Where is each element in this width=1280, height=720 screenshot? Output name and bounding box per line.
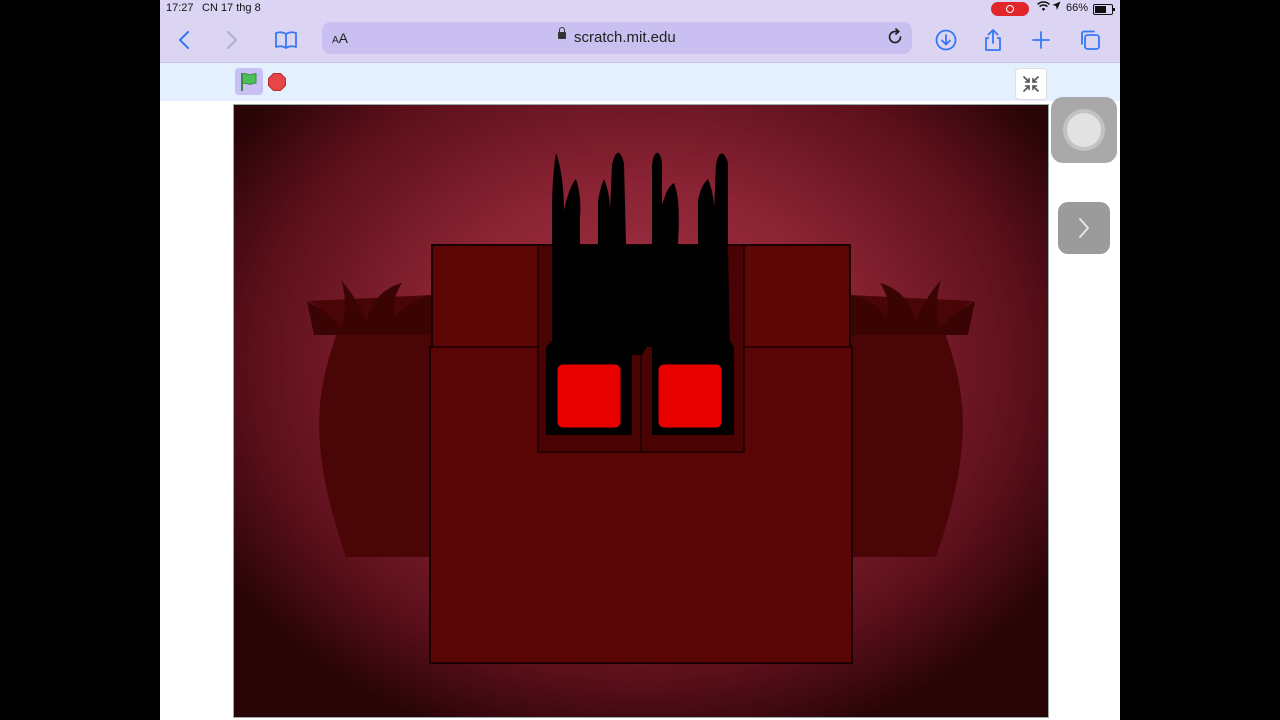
- black-flames: [552, 152, 730, 355]
- stage-artwork: [307, 152, 975, 664]
- url-text[interactable]: scratch.mit.edu: [574, 29, 676, 46]
- chevron-right-icon: [1079, 218, 1089, 238]
- green-flag-button[interactable]: [235, 68, 263, 95]
- exit-fullscreen-icon: [1023, 76, 1039, 92]
- download-icon[interactable]: [932, 26, 960, 54]
- scratch-stage[interactable]: [233, 104, 1049, 718]
- status-time: 17:27: [166, 2, 194, 14]
- screen-recording-icon[interactable]: [991, 2, 1029, 16]
- status-bar: 17:27 CN 17 thg 8 66%: [160, 0, 1120, 18]
- right-eye: [655, 361, 725, 431]
- battery-icon: [1093, 4, 1115, 15]
- location-icon: [1052, 1, 1061, 14]
- back-icon[interactable]: [170, 26, 198, 54]
- stop-icon[interactable]: [268, 73, 286, 91]
- status-date: CN 17 thg 8: [202, 2, 261, 14]
- share-icon[interactable]: [979, 26, 1007, 54]
- new-tab-icon[interactable]: [1027, 26, 1055, 54]
- reload-icon[interactable]: [886, 28, 904, 51]
- exit-fullscreen-button[interactable]: [1015, 68, 1047, 100]
- bookmarks-icon[interactable]: [272, 26, 300, 54]
- scratch-controls-bar: [160, 63, 1120, 101]
- battery-percent: 66%: [1066, 2, 1089, 14]
- browser-toolbar: AA scratch.mit.edu: [160, 18, 1120, 63]
- wifi-icon: [1037, 1, 1050, 15]
- green-flag-icon: [241, 72, 257, 91]
- next-button[interactable]: [1058, 202, 1110, 254]
- address-bar[interactable]: AA scratch.mit.edu: [322, 22, 912, 54]
- lock-icon: [558, 27, 566, 39]
- ipad-screen: 17:27 CN 17 thg 8 66% AA scratch.mit.edu: [160, 0, 1120, 720]
- assistive-touch-button[interactable]: [1051, 97, 1117, 163]
- forward-icon[interactable]: [218, 26, 246, 54]
- text-size-button[interactable]: AA: [332, 30, 348, 46]
- tabs-icon[interactable]: [1076, 26, 1104, 54]
- left-eye: [554, 361, 624, 431]
